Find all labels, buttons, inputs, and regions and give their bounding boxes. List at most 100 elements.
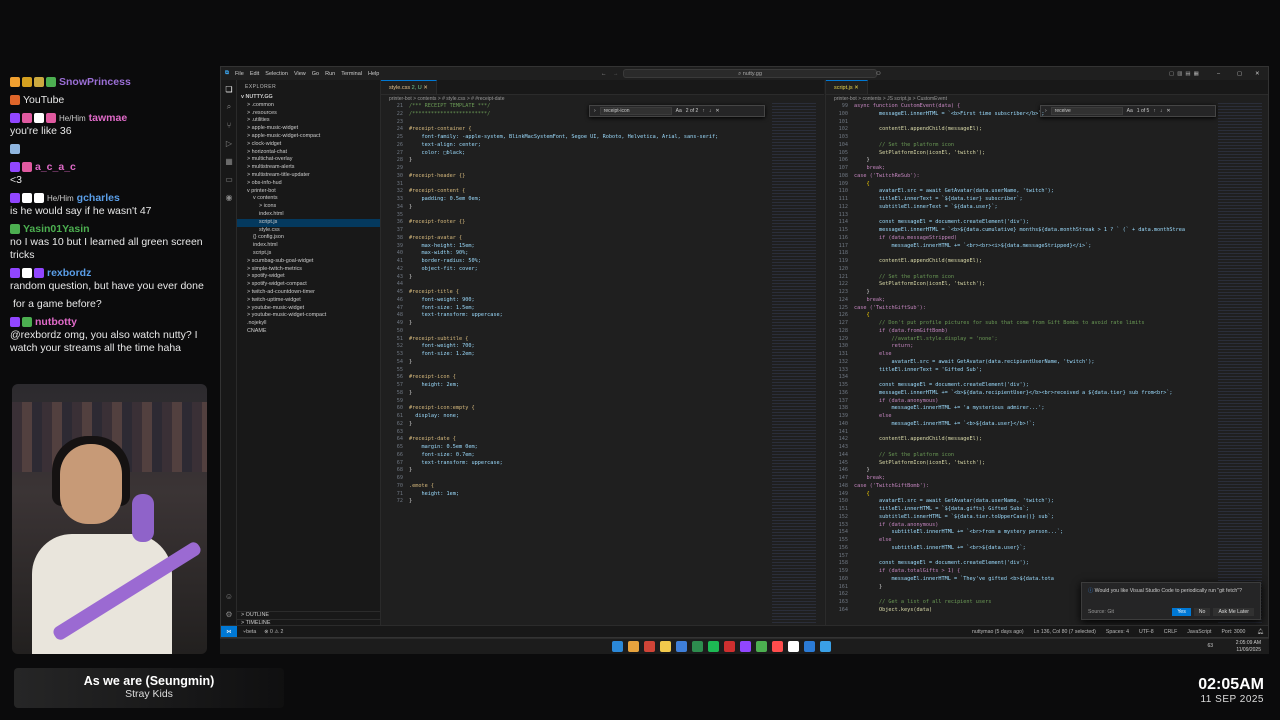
tab-script-js[interactable]: script.js ✕ xyxy=(826,80,868,94)
gear-icon[interactable]: ⚙ xyxy=(221,605,237,623)
file-tree-item[interactable]: index.html xyxy=(237,242,380,250)
weather-temp[interactable]: 63 xyxy=(1207,643,1213,650)
file-tree-item[interactable]: > .utilities xyxy=(237,117,380,125)
tab-style-css[interactable]: style.css 2, U ✕ xyxy=(381,80,437,94)
yes-button[interactable]: Yes xyxy=(1172,608,1191,616)
taskbar-app-icon[interactable] xyxy=(708,641,719,652)
extensions-icon[interactable]: ▦ xyxy=(221,152,237,170)
file-tree-item[interactable]: > youtube-music-widget xyxy=(237,305,380,313)
port-indicator[interactable]: Port: 3000 xyxy=(1221,629,1245,635)
file-tree-item[interactable]: > .resources xyxy=(237,110,380,118)
find-input[interactable]: receipt-icon xyxy=(599,107,672,115)
file-tree-item[interactable]: v printer-bot xyxy=(237,188,380,196)
close-icon[interactable]: ✕ xyxy=(854,85,859,91)
file-tree-item[interactable]: > obs-info-hud xyxy=(237,180,380,188)
remote-explorer-icon[interactable]: ▭ xyxy=(221,170,237,188)
taskbar-app-icon[interactable] xyxy=(772,641,783,652)
file-tree-item[interactable]: .nojekyll xyxy=(237,320,380,328)
forward-arrow-icon[interactable]: → xyxy=(613,71,619,77)
file-tree-item[interactable]: v contents xyxy=(237,195,380,203)
chevron-right-icon[interactable]: › xyxy=(594,108,596,114)
copilot-icon[interactable]: ⚇ xyxy=(876,71,881,77)
file-tree-item[interactable]: > scumbag-sub-goal-widget xyxy=(237,258,380,266)
menu-item-run[interactable]: Run xyxy=(325,71,335,77)
menu-item-view[interactable]: View xyxy=(294,71,306,77)
js-editor[interactable]: script.js ✕ printer-bot > contents > JS … xyxy=(825,80,1268,627)
file-tree-item[interactable]: > twitch-ad-countdown-timer xyxy=(237,289,380,297)
no-button[interactable]: No xyxy=(1193,608,1211,616)
minimap[interactable] xyxy=(1218,103,1262,623)
taskbar-app-icon[interactable] xyxy=(804,641,815,652)
taskbar-app-icon[interactable] xyxy=(724,641,735,652)
file-tree-item[interactable]: > icons xyxy=(237,203,380,211)
file-tree-item[interactable]: > spotify-widget-compact xyxy=(237,281,380,289)
workspace-root[interactable]: v NUTTY.GG xyxy=(237,94,380,102)
breadcrumb[interactable]: printer-bot > contents > # style.css > #… xyxy=(381,95,824,103)
account-icon[interactable]: ☺ xyxy=(221,587,237,605)
match-case-icon[interactable]: Aa xyxy=(1127,108,1133,114)
taskbar-app-icon[interactable] xyxy=(740,641,751,652)
minimap[interactable] xyxy=(772,103,816,623)
file-tree-item[interactable]: > multistream-title-updater xyxy=(237,172,380,180)
arrow-down-icon[interactable]: ↓ xyxy=(1160,108,1163,114)
outline-panel[interactable]: > OUTLINE xyxy=(237,611,381,619)
github-icon[interactable]: ◉ xyxy=(221,188,237,206)
arrow-down-icon[interactable]: ↓ xyxy=(709,108,712,114)
search-icon[interactable]: ⌕ xyxy=(221,98,237,116)
file-tree-item[interactable]: script.js xyxy=(237,218,380,227)
file-tree-item[interactable]: > twitch-uptime-widget xyxy=(237,297,380,305)
taskbar-app-icon[interactable] xyxy=(612,641,623,652)
file-tree-item[interactable]: index.html xyxy=(237,211,380,219)
explorer-icon[interactable]: ❏ xyxy=(221,80,237,98)
taskbar-app-icon[interactable] xyxy=(676,641,687,652)
menu-item-help[interactable]: Help xyxy=(368,71,379,77)
file-tree-item[interactable]: {} config.json xyxy=(237,234,380,242)
minimize-button[interactable]: – xyxy=(1217,71,1220,77)
menu-item-file[interactable]: File xyxy=(235,71,244,77)
tray-date[interactable]: 11/09/2025 xyxy=(1236,647,1261,654)
file-tree-item[interactable]: > multistream-alerts xyxy=(237,164,380,172)
menu-item-terminal[interactable]: Terminal xyxy=(341,71,362,77)
source-control-icon[interactable]: ⑂ xyxy=(221,116,237,134)
close-button[interactable]: ✕ xyxy=(1255,71,1260,77)
remote-indicator-icon[interactable]: ⋈ xyxy=(221,625,237,637)
line-ending[interactable]: CRLF xyxy=(1164,629,1178,635)
taskbar-app-icon[interactable] xyxy=(628,641,639,652)
menu-item-selection[interactable]: Selection xyxy=(265,71,288,77)
menu-item-go[interactable]: Go xyxy=(312,71,319,77)
command-center-search[interactable]: ⌕ nutty.gg xyxy=(623,69,877,78)
ask-later-button[interactable]: Ask Me Later xyxy=(1213,608,1254,616)
menu-item-edit[interactable]: Edit xyxy=(250,71,259,77)
bell-icon[interactable]: 🔔︎ xyxy=(1257,629,1264,635)
file-tree-item[interactable]: > simple-twitch-metrics xyxy=(237,266,380,274)
file-tree-item[interactable]: > clock-widget xyxy=(237,141,380,149)
arrow-up-icon[interactable]: ↑ xyxy=(1153,108,1156,114)
maximize-button[interactable]: ▢ xyxy=(1237,71,1242,77)
file-tree-item[interactable]: > youtube-music-widget-compact xyxy=(237,312,380,320)
branch-name[interactable]: beta xyxy=(246,629,256,635)
taskbar-app-icon[interactable] xyxy=(756,641,767,652)
encoding[interactable]: UTF-8 xyxy=(1139,629,1154,635)
file-tree-item[interactable]: > apple-music-widget xyxy=(237,125,380,133)
match-case-icon[interactable]: Aa xyxy=(676,108,682,114)
css-editor[interactable]: style.css 2, U ✕ printer-bot > contents … xyxy=(381,80,824,627)
file-tree-item[interactable]: > multichat-overlay xyxy=(237,156,380,164)
layout-icons[interactable]: ▢▥▤▦ xyxy=(1169,71,1202,77)
file-tree-item[interactable]: CNAME xyxy=(237,328,380,336)
close-icon[interactable]: ✕ xyxy=(1166,108,1170,114)
problems-count[interactable]: ⊗ 0 ⚠ 2 xyxy=(264,629,283,635)
run-debug-icon[interactable]: ▷ xyxy=(221,134,237,152)
git-blame[interactable]: nuttymao (5 days ago) xyxy=(972,629,1024,635)
file-tree-item[interactable]: script.js xyxy=(237,250,380,258)
tray-time[interactable]: 2:05:09 AM xyxy=(1236,640,1261,647)
chevron-right-icon[interactable]: › xyxy=(1045,108,1047,114)
taskbar-app-icon[interactable] xyxy=(644,641,655,652)
indentation[interactable]: Spaces: 4 xyxy=(1106,629,1129,635)
file-tree-item[interactable]: > .common xyxy=(237,102,380,110)
file-tree-item[interactable]: > horizontal-chat xyxy=(237,149,380,157)
close-icon[interactable]: ✕ xyxy=(715,108,719,114)
file-tree-item[interactable]: > spotify-widget xyxy=(237,273,380,281)
language-mode[interactable]: JavaScript xyxy=(1187,629,1211,635)
file-tree-item[interactable]: style.css xyxy=(237,227,380,235)
taskbar-app-icon[interactable] xyxy=(692,641,703,652)
